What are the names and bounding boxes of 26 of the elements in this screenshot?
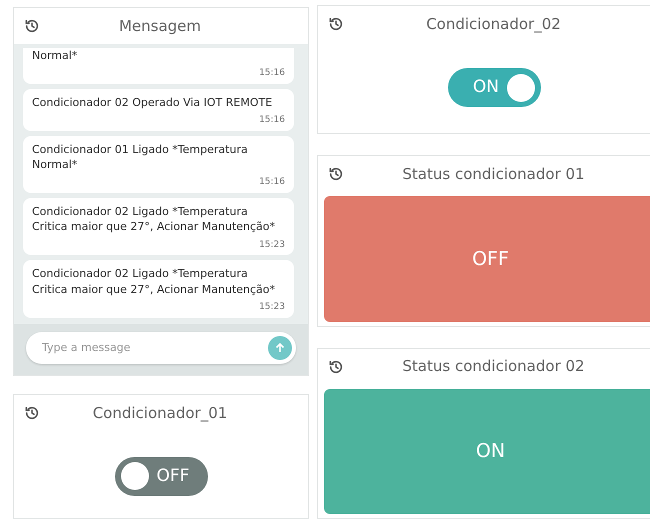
message-time: 15:23 — [258, 301, 285, 314]
arrow-up-icon — [275, 342, 285, 353]
widget-title: Mensagem — [118, 16, 202, 37]
widget-title: Status condicionador 02 — [401, 356, 586, 378]
widget-title: Condicionador_02 — [425, 14, 562, 35]
message-time: 15:16 — [258, 67, 285, 80]
message-text: Condicionador 02 Ligado *Temperatura Critica maior que 27°, Acionar Manutenção* — [32, 266, 276, 298]
message-field[interactable]: Type a message — [26, 332, 296, 364]
message-text: Condicionador 02 Operado Via IOT REMOTE — [32, 94, 274, 110]
widget-title: Status condicionador 01 — [401, 164, 586, 186]
history-icon[interactable] — [24, 404, 40, 421]
toggle-switch[interactable]: ON — [448, 68, 541, 107]
message-text: Normal* — [32, 48, 78, 64]
widget-title: Condicionador_01 — [92, 402, 228, 424]
status-indicator: OFF — [324, 196, 650, 322]
message-text: Condicionador 02 Ligado *Temperatura Critica maior que 27°, Acionar Manutenção* — [32, 204, 276, 235]
history-icon[interactable] — [24, 18, 40, 34]
message-text: Condicionador 01 Ligado *Temperatura Normal* — [32, 142, 249, 172]
history-icon[interactable] — [328, 358, 344, 375]
message-time: 15:16 — [258, 176, 285, 190]
message-time: 15:16 — [258, 114, 285, 127]
toggle-switch[interactable]: OFF — [114, 456, 208, 496]
history-icon[interactable] — [328, 16, 344, 32]
history-icon[interactable] — [328, 166, 344, 182]
message-time: 15:23 — [258, 238, 285, 252]
status-indicator: ON — [324, 388, 650, 514]
